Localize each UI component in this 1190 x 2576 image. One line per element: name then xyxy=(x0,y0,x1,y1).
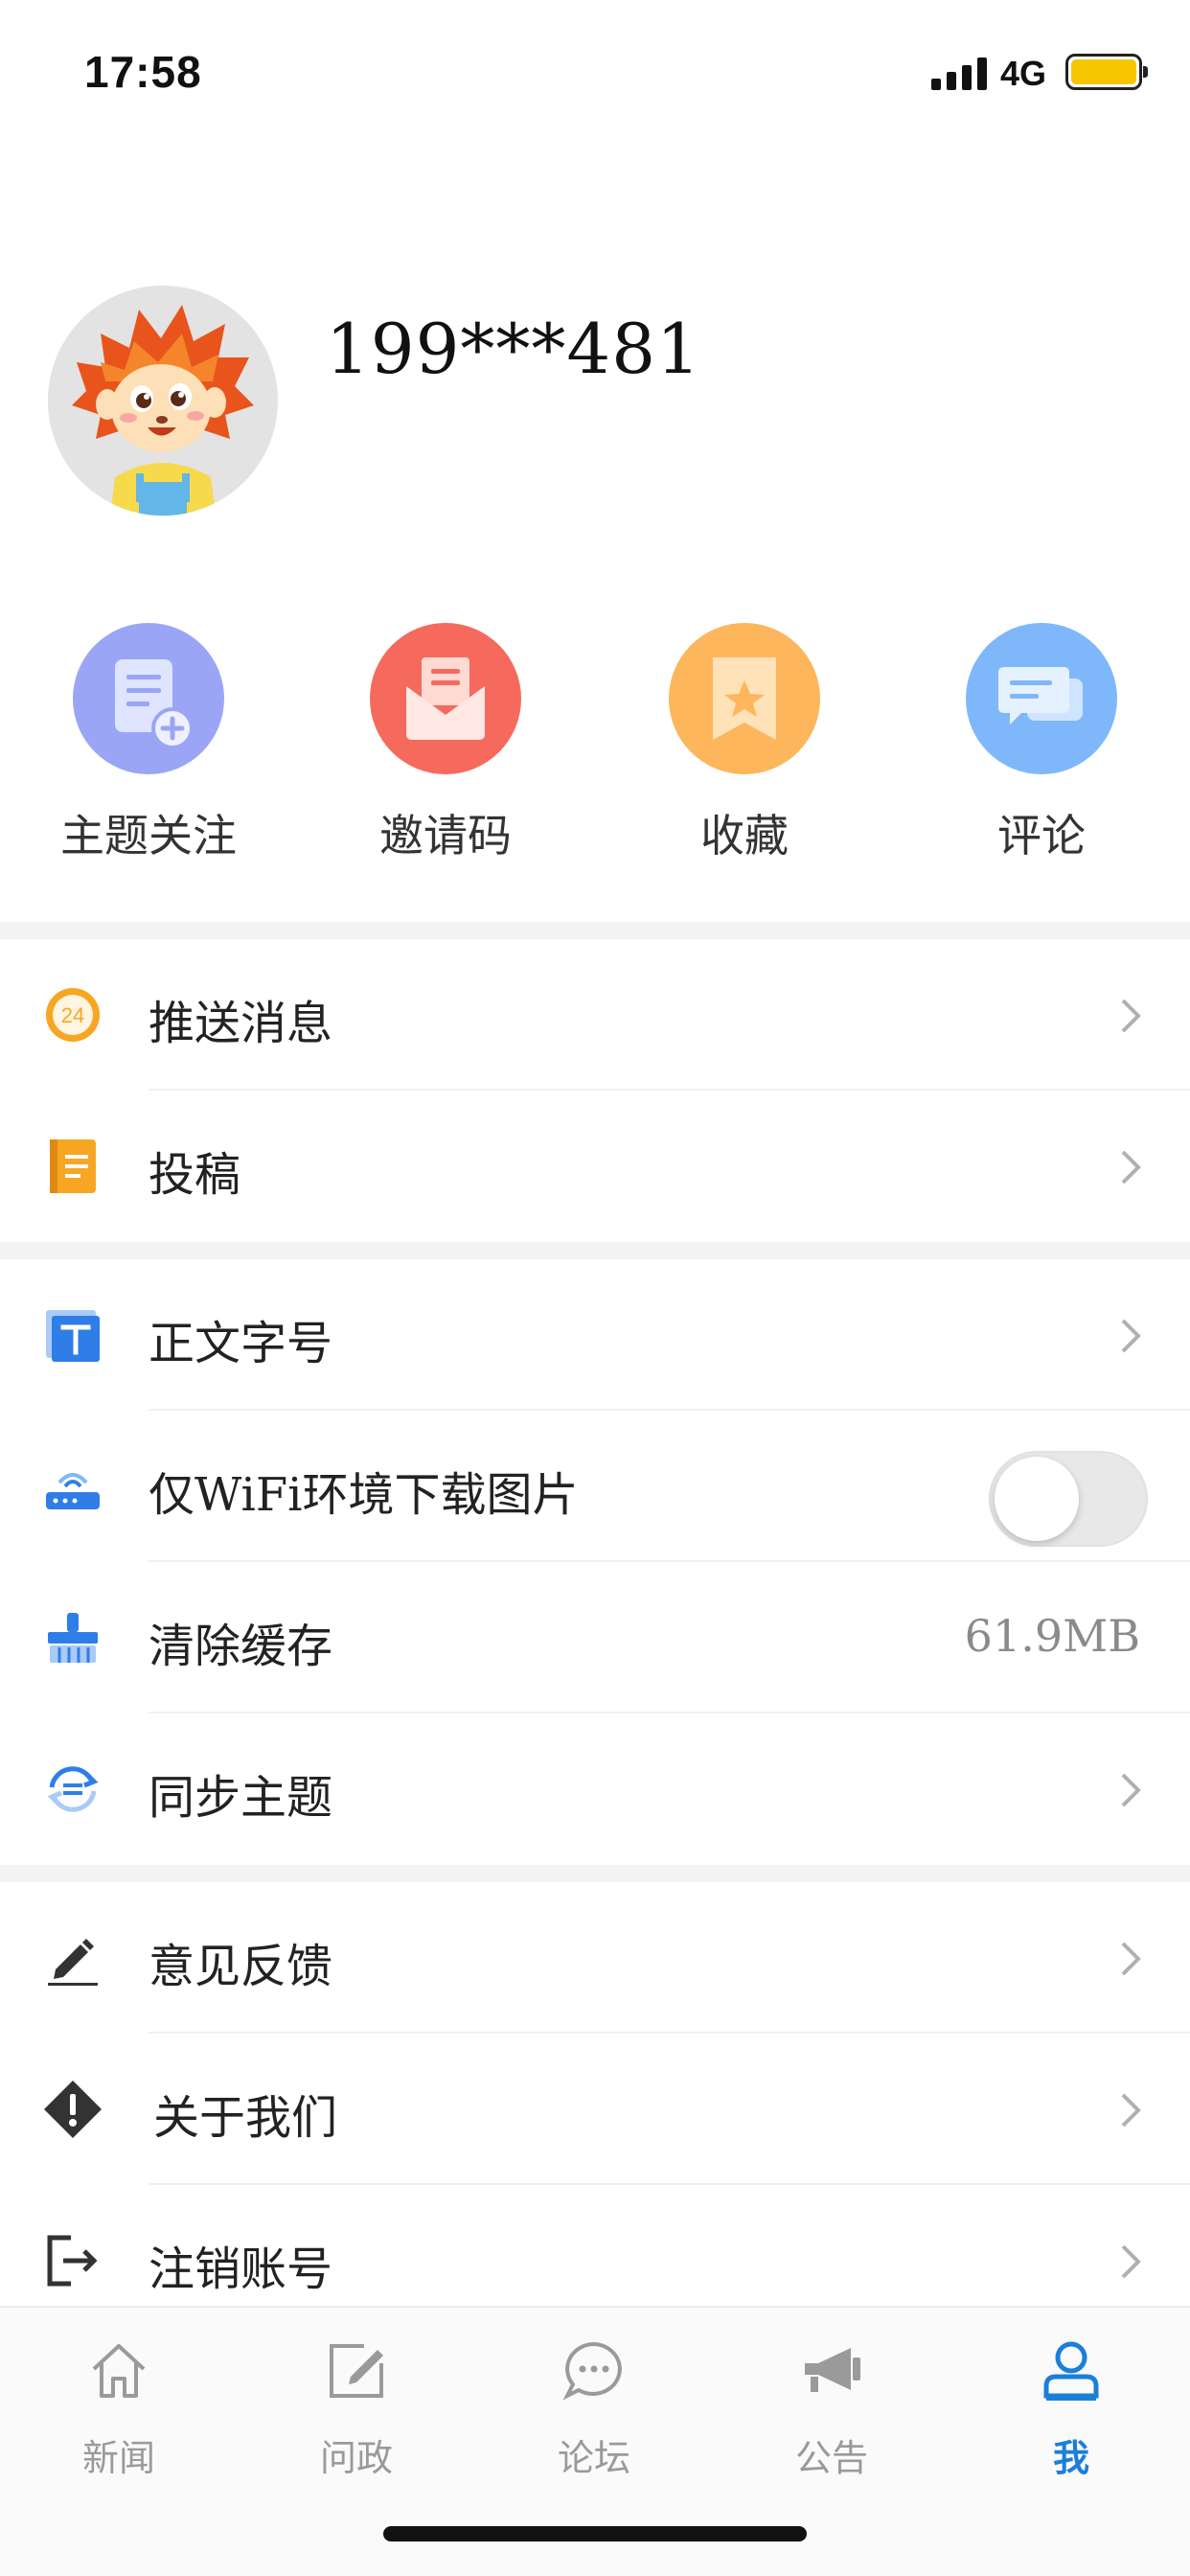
section-divider xyxy=(0,1865,1190,1882)
topic-follow-button[interactable]: 主题关注 xyxy=(29,623,268,872)
tab-news-label: 新闻 xyxy=(81,2437,155,2479)
push-badge-text: 24 xyxy=(61,1003,84,1027)
home-indicator[interactable] xyxy=(383,2526,807,2542)
doc-plus-icon xyxy=(73,623,224,774)
tab-notice[interactable]: 公告 xyxy=(713,2329,950,2501)
status-time: 17:58 xyxy=(84,47,202,97)
edit-icon xyxy=(322,2336,391,2405)
comments-label: 评论 xyxy=(997,810,1086,862)
chevron-right-icon xyxy=(1111,2089,1150,2131)
sync-topics-row[interactable]: 同步主题 xyxy=(0,1714,1190,1865)
clear-cache-label: 清除缓存 xyxy=(149,1620,333,1673)
invite-code-button[interactable]: 邀请码 xyxy=(326,623,565,872)
broom-icon xyxy=(42,1607,103,1668)
wifi-images-label: 仅WiFi环境下载图片 xyxy=(149,1468,579,1522)
tab-me-label: 我 xyxy=(1052,2436,1089,2479)
warning-diamond-icon xyxy=(42,2079,103,2140)
router-icon xyxy=(42,1456,103,1517)
tab-inquiry-label: 问政 xyxy=(319,2437,393,2479)
feedback-label: 意见反馈 xyxy=(149,1940,333,1993)
cache-size-value: 61.9MB xyxy=(964,1610,1140,1662)
invite-code-label: 邀请码 xyxy=(379,810,512,862)
text-size-icon xyxy=(42,1304,103,1366)
bookmark-star-icon xyxy=(669,623,820,774)
tab-me[interactable]: 我 xyxy=(952,2329,1190,2501)
favorites-button[interactable]: 收藏 xyxy=(625,623,864,872)
deactivate-label: 注销账号 xyxy=(149,2242,333,2296)
lion-mascot-icon xyxy=(48,286,278,516)
battery-icon xyxy=(1065,54,1148,90)
envelope-icon xyxy=(370,623,521,774)
sync-topics-label: 同步主题 xyxy=(149,1771,333,1825)
font-size-label: 正文字号 xyxy=(149,1317,333,1370)
toggle-knob xyxy=(995,1457,1079,1541)
tab-forum[interactable]: 论坛 xyxy=(475,2329,713,2501)
chevron-right-icon xyxy=(1111,1938,1150,1980)
avatar[interactable] xyxy=(48,286,278,516)
chevron-right-icon xyxy=(1111,1315,1150,1357)
tab-inquiry[interactable]: 问政 xyxy=(238,2329,475,2501)
font-size-row[interactable]: 正文字号 xyxy=(0,1259,1190,1411)
section-divider xyxy=(0,1242,1190,1259)
push-24-icon: 24 xyxy=(42,984,103,1046)
chevron-right-icon xyxy=(1111,1146,1150,1188)
push-messages-row[interactable]: 24 推送消息 xyxy=(0,939,1190,1091)
clear-cache-row[interactable]: 清除缓存 61.9MB xyxy=(0,1562,1190,1714)
user-icon xyxy=(1037,2336,1106,2405)
feedback-row[interactable]: 意见反馈 xyxy=(0,1882,1190,2034)
submit-label: 投稿 xyxy=(149,1148,241,1202)
chat-bubbles-icon xyxy=(966,623,1117,774)
chevron-right-icon xyxy=(1111,995,1150,1037)
section-divider xyxy=(0,922,1190,939)
favorites-label: 收藏 xyxy=(700,810,789,862)
about-us-row[interactable]: 关于我们 xyxy=(0,2034,1190,2185)
logout-icon xyxy=(42,2230,103,2291)
pencil-icon xyxy=(42,1927,103,1989)
network-label: 4G xyxy=(1000,54,1047,93)
notebook-icon xyxy=(42,1136,103,1197)
topic-follow-label: 主题关注 xyxy=(60,810,237,862)
wifi-images-toggle[interactable] xyxy=(989,1451,1148,1547)
tab-forum-label: 论坛 xyxy=(557,2437,630,2479)
submit-row[interactable]: 投稿 xyxy=(0,1091,1190,1242)
chevron-right-icon xyxy=(1111,1769,1150,1811)
chat-icon xyxy=(560,2336,629,2405)
about-us-label: 关于我们 xyxy=(153,2091,338,2145)
quick-actions: 主题关注 邀请码 收藏 评论 xyxy=(0,623,1190,872)
tab-news[interactable]: 新闻 xyxy=(0,2329,238,2501)
username: 199***481 xyxy=(326,309,701,389)
megaphone-icon xyxy=(797,2336,866,2405)
tab-notice-label: 公告 xyxy=(794,2437,868,2479)
push-messages-label: 推送消息 xyxy=(149,997,333,1050)
comments-button[interactable]: 评论 xyxy=(922,623,1161,872)
status-bar: 17:58 4G xyxy=(0,0,1190,144)
wifi-images-row: 仅WiFi环境下载图片 xyxy=(0,1411,1190,1562)
signal-icon xyxy=(931,58,989,90)
home-icon xyxy=(84,2336,153,2405)
chevron-right-icon xyxy=(1111,2241,1150,2283)
sync-icon xyxy=(42,1759,103,1820)
